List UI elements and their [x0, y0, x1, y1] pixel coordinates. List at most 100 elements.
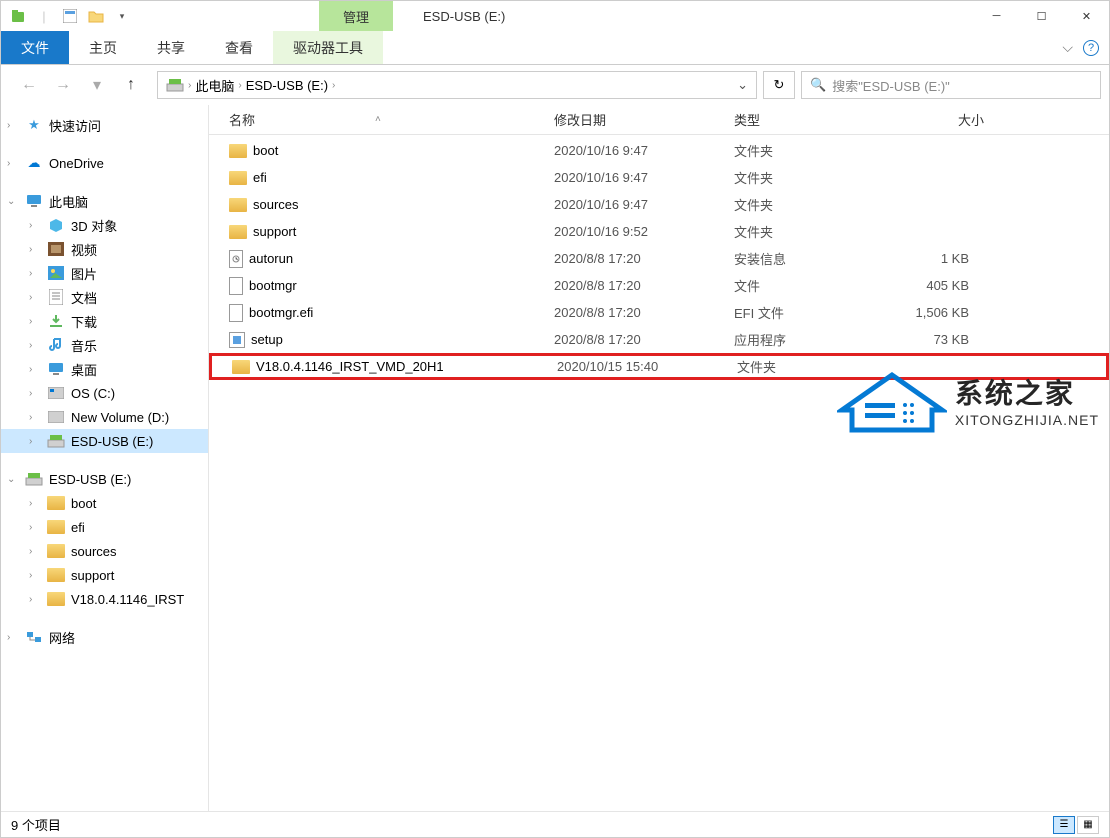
- crumb-thispc[interactable]: 此电脑: [191, 76, 238, 95]
- column-type[interactable]: 类型: [724, 110, 874, 129]
- search-icon: 🔍: [810, 77, 826, 93]
- sidebar-item-label: 音乐: [71, 336, 97, 355]
- folder-icon: [229, 144, 247, 158]
- navigation-bar: ← → ▾ ↑ › 此电脑 › ESD-USB (E:) › ⌄ ↻ 🔍 搜索"…: [1, 65, 1109, 105]
- item-icon: [47, 312, 65, 330]
- file-list-pane: 名称˄ 修改日期 类型 大小 boot 2020/10/16 9:47 文件夹 …: [209, 105, 1109, 811]
- history-dropdown-icon[interactable]: ▾: [85, 73, 109, 97]
- search-placeholder: 搜索"ESD-USB (E:)": [832, 76, 950, 95]
- chevron-right-icon[interactable]: ›: [29, 292, 41, 303]
- sidebar-item-label: 此电脑: [49, 192, 88, 211]
- help-icon[interactable]: ?: [1083, 40, 1099, 56]
- tab-file[interactable]: 文件: [1, 31, 69, 64]
- sidebar-item[interactable]: › OS (C:): [1, 381, 208, 405]
- sidebar-item[interactable]: › boot: [1, 491, 208, 515]
- table-row[interactable]: setup 2020/8/8 17:20 应用程序 73 KB: [209, 326, 1109, 353]
- table-row[interactable]: sources 2020/10/16 9:47 文件夹: [209, 191, 1109, 218]
- sidebar-item[interactable]: › 视频: [1, 237, 208, 261]
- column-date[interactable]: 修改日期: [544, 110, 724, 129]
- qa-separator: |: [33, 5, 55, 27]
- table-row[interactable]: boot 2020/10/16 9:47 文件夹: [209, 137, 1109, 164]
- qa-props-icon[interactable]: [59, 5, 81, 27]
- tab-share[interactable]: 共享: [137, 31, 205, 64]
- chevron-right-icon[interactable]: ›: [29, 316, 41, 327]
- tab-drive-tools[interactable]: 驱动器工具: [273, 31, 383, 64]
- chevron-right-icon[interactable]: ›: [29, 364, 41, 375]
- sidebar-item[interactable]: › ESD-USB (E:): [1, 429, 208, 453]
- sidebar-item[interactable]: › 桌面: [1, 357, 208, 381]
- chevron-down-icon[interactable]: ⌄: [7, 196, 19, 207]
- table-row[interactable]: efi 2020/10/16 9:47 文件夹: [209, 164, 1109, 191]
- sidebar-item[interactable]: › efi: [1, 515, 208, 539]
- chevron-right-icon[interactable]: ›: [332, 80, 335, 91]
- item-icon: [47, 408, 65, 426]
- table-row[interactable]: support 2020/10/16 9:52 文件夹: [209, 218, 1109, 245]
- folder-icon: [47, 566, 65, 584]
- sidebar-item-quick-access[interactable]: › ★ 快速访问: [1, 113, 208, 137]
- chevron-right-icon[interactable]: ›: [29, 546, 41, 557]
- chevron-right-icon[interactable]: ›: [7, 632, 19, 643]
- crumb-drive[interactable]: ESD-USB (E:): [242, 78, 332, 93]
- chevron-right-icon[interactable]: ›: [29, 268, 41, 279]
- forward-button[interactable]: →: [51, 73, 75, 97]
- chevron-right-icon[interactable]: ›: [29, 498, 41, 509]
- sidebar-item-label: New Volume (D:): [71, 410, 169, 425]
- sidebar-item-drive-tree[interactable]: ⌄ ESD-USB (E:): [1, 467, 208, 491]
- sidebar-item[interactable]: › New Volume (D:): [1, 405, 208, 429]
- chevron-down-icon[interactable]: ⌄: [7, 474, 19, 485]
- search-input[interactable]: 🔍 搜索"ESD-USB (E:)": [801, 71, 1101, 99]
- view-icons-button[interactable]: ▦: [1077, 816, 1099, 834]
- folder-icon: [232, 360, 250, 374]
- sidebar-item[interactable]: › V18.0.4.1146_IRST: [1, 587, 208, 611]
- file-name: bootmgr: [249, 278, 297, 293]
- chevron-right-icon[interactable]: ›: [29, 522, 41, 533]
- tab-view[interactable]: 查看: [205, 31, 273, 64]
- sidebar-item-thispc[interactable]: ⌄ 此电脑: [1, 189, 208, 213]
- chevron-right-icon[interactable]: ›: [7, 158, 19, 169]
- chevron-right-icon[interactable]: ›: [29, 388, 41, 399]
- address-dropdown-icon[interactable]: ⌄: [737, 77, 748, 93]
- sidebar-item[interactable]: › 下载: [1, 309, 208, 333]
- up-button[interactable]: ↑: [119, 73, 143, 97]
- usb-drive-icon: [25, 470, 43, 488]
- back-button[interactable]: ←: [17, 73, 41, 97]
- chevron-right-icon[interactable]: ›: [29, 340, 41, 351]
- qa-dropdown-icon[interactable]: ▾: [111, 5, 133, 27]
- sidebar-item[interactable]: › 音乐: [1, 333, 208, 357]
- table-row[interactable]: autorun 2020/8/8 17:20 安装信息 1 KB: [209, 245, 1109, 272]
- column-size[interactable]: 大小: [874, 110, 994, 129]
- title-bar: | ▾ 管理 ESD-USB (E:) ─ ☐ ✕: [1, 1, 1109, 31]
- crumb-drive-icon[interactable]: [162, 78, 188, 92]
- file-type: 文件夹: [724, 168, 874, 187]
- chevron-right-icon[interactable]: ›: [29, 412, 41, 423]
- watermark: 系统之家 XITONGZHIJIA.NET: [837, 365, 1099, 435]
- chevron-right-icon[interactable]: ›: [29, 244, 41, 255]
- chevron-right-icon[interactable]: ›: [29, 436, 41, 447]
- sidebar-item[interactable]: › 3D 对象: [1, 213, 208, 237]
- address-bar[interactable]: › 此电脑 › ESD-USB (E:) › ⌄: [157, 71, 757, 99]
- chevron-right-icon[interactable]: ›: [29, 594, 41, 605]
- sidebar-item[interactable]: › sources: [1, 539, 208, 563]
- chevron-right-icon[interactable]: ›: [29, 220, 41, 231]
- view-details-button[interactable]: ☰: [1053, 816, 1075, 834]
- item-icon: [47, 288, 65, 306]
- qa-folder-icon[interactable]: [85, 5, 107, 27]
- sidebar-item-onedrive[interactable]: › ☁ OneDrive: [1, 151, 208, 175]
- close-button[interactable]: ✕: [1064, 1, 1109, 31]
- minimize-button[interactable]: ─: [974, 1, 1019, 31]
- chevron-right-icon[interactable]: ›: [29, 570, 41, 581]
- sidebar-item-label: 文档: [71, 288, 97, 307]
- column-name[interactable]: 名称˄: [209, 110, 544, 129]
- sidebar-item[interactable]: › 图片: [1, 261, 208, 285]
- table-row[interactable]: bootmgr.efi 2020/8/8 17:20 EFI 文件 1,506 …: [209, 299, 1109, 326]
- refresh-button[interactable]: ↻: [763, 71, 795, 99]
- chevron-right-icon[interactable]: ›: [7, 120, 19, 131]
- table-row[interactable]: bootmgr 2020/8/8 17:20 文件 405 KB: [209, 272, 1109, 299]
- sidebar-item[interactable]: › 文档: [1, 285, 208, 309]
- maximize-button[interactable]: ☐: [1019, 1, 1064, 31]
- ribbon-collapse-icon[interactable]: ⌵: [1062, 39, 1073, 56]
- tab-home[interactable]: 主页: [69, 31, 137, 64]
- file-date: 2020/8/8 17:20: [544, 332, 724, 347]
- sidebar-item-network[interactable]: › 网络: [1, 625, 208, 649]
- sidebar-item[interactable]: › support: [1, 563, 208, 587]
